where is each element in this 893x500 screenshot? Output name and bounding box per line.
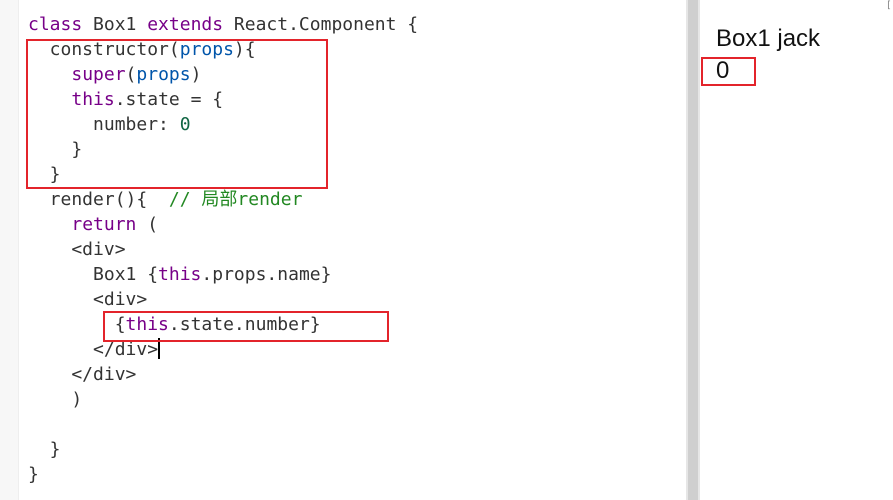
code-line[interactable]: ) (28, 387, 418, 412)
code-token: ( (125, 64, 137, 85)
editor-gutter (0, 0, 19, 500)
code-token: number: (28, 114, 180, 135)
code-line[interactable]: <div> (28, 237, 418, 262)
code-token: 0 (179, 114, 191, 135)
code-token: props (136, 64, 191, 85)
code-token: this (71, 89, 115, 110)
code-token: Box1 (82, 14, 148, 35)
code-token: return (71, 214, 137, 235)
code-token: .props.name} (201, 264, 332, 285)
code-line[interactable]: return ( (28, 212, 418, 237)
code-token: ( (136, 214, 159, 235)
code-token: } (28, 439, 61, 460)
code-token: } (28, 139, 83, 160)
code-token: extends (147, 14, 224, 35)
code-line[interactable]: } (28, 437, 418, 462)
code-token: } (28, 464, 39, 485)
code-token: } (28, 164, 61, 185)
code-token: class (28, 14, 83, 35)
code-token: constructor (28, 39, 169, 60)
code-token: <div> (28, 289, 148, 310)
preview-number-text: 0 (716, 57, 730, 84)
code-token: ){ (233, 39, 256, 60)
code-line[interactable]: Box1 {this.props.name} (28, 262, 418, 287)
code-token: .state = { (114, 89, 224, 110)
code-token: this (158, 264, 202, 285)
code-token: // 局部render (168, 189, 303, 210)
code-line[interactable]: this.state = { (28, 87, 418, 112)
code-token: this (125, 314, 169, 335)
pane-divider-handle[interactable] (688, 0, 698, 500)
code-token: ( (168, 39, 180, 60)
code-token: React.Component { (223, 14, 419, 35)
render-preview-pane: [ Box1 jack 0 (700, 0, 893, 500)
code-line[interactable] (28, 412, 418, 437)
code-line[interactable]: } (28, 137, 418, 162)
code-token: { (28, 314, 126, 335)
code-line[interactable]: {this.state.number} (28, 312, 418, 337)
pane-divider[interactable] (686, 0, 700, 500)
code-token: super (71, 64, 126, 85)
code-line[interactable]: </div> (17, 337, 686, 362)
code-token: ) (190, 64, 202, 85)
code-line[interactable]: super(props) (28, 62, 418, 87)
code-line[interactable]: constructor(props){ (28, 37, 418, 62)
code-token: </div> (28, 364, 137, 385)
code-token: props (179, 39, 234, 60)
code-line[interactable]: number: 0 (28, 112, 418, 137)
code-editor[interactable]: class Box1 extends React.Component { con… (0, 0, 686, 500)
code-token: .state.number} (168, 314, 321, 335)
code-line[interactable]: class Box1 extends React.Component { (28, 12, 418, 37)
code-line[interactable]: } (28, 162, 418, 187)
code-token: <div> (28, 239, 126, 260)
preview-title-text: Box1 jack (716, 25, 821, 52)
code-token: Box1 { (28, 264, 159, 285)
code-token: ) (28, 389, 83, 410)
code-token: render(){ (28, 189, 169, 210)
code-content[interactable]: class Box1 extends React.Component { con… (17, 12, 686, 487)
corner-mark: [ (887, 0, 891, 11)
code-line[interactable]: render(){ // 局部render (28, 187, 418, 212)
code-line[interactable]: } (28, 462, 418, 487)
code-line[interactable]: </div> (28, 362, 418, 387)
code-line[interactable]: <div> (28, 287, 418, 312)
code-token: </div> (28, 339, 159, 360)
text-cursor (158, 338, 161, 359)
